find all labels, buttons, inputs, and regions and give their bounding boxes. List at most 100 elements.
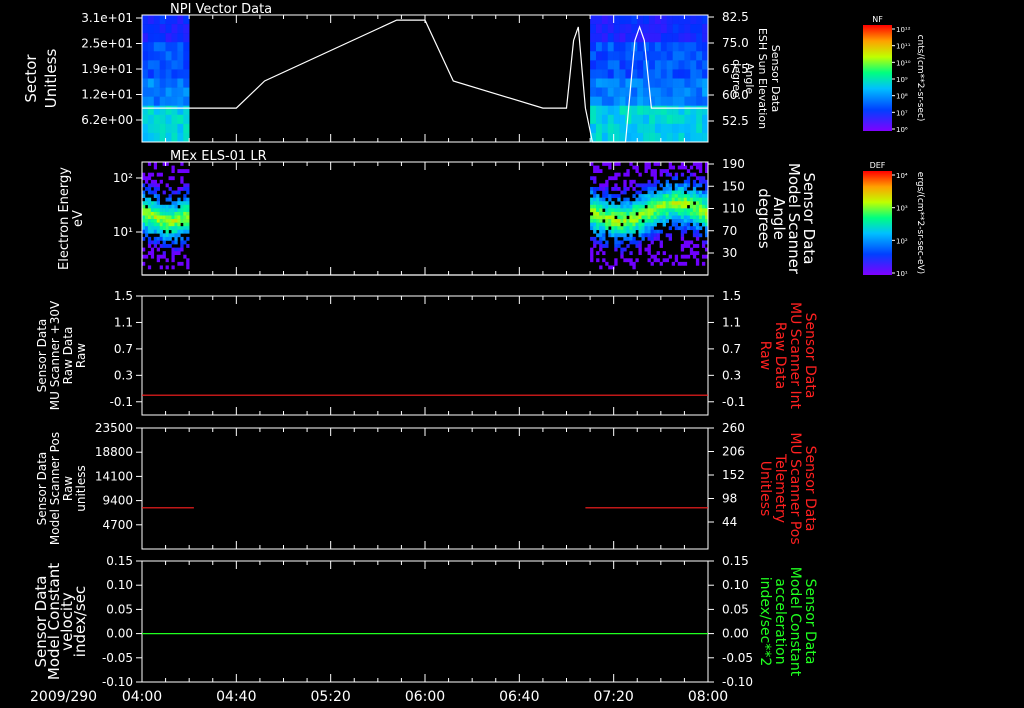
heatmap-cell xyxy=(611,211,615,216)
heatmap-cell xyxy=(147,251,152,256)
heatmap-cell xyxy=(613,114,620,125)
heatmap-cell xyxy=(608,176,612,181)
heatmap-cell xyxy=(159,222,163,227)
heatmap-cell xyxy=(635,208,639,213)
heatmap-cell xyxy=(653,219,657,223)
heatmap-cell xyxy=(677,194,682,198)
heatmap-cell xyxy=(683,197,688,202)
heatmap-cell xyxy=(665,219,669,223)
heatmap-cell xyxy=(692,204,697,209)
heatmap-cell xyxy=(653,233,657,238)
heatmap-cell xyxy=(593,236,597,241)
y-tick-label-right: 260 xyxy=(722,421,745,435)
heatmap-cell xyxy=(150,229,155,234)
heatmap-cell xyxy=(605,183,609,188)
heatmap-cell xyxy=(656,208,660,213)
heatmap-cell xyxy=(168,226,172,231)
heatmap-cell xyxy=(144,233,149,238)
heatmap-cell xyxy=(590,254,594,259)
heatmap-cell xyxy=(626,204,630,209)
heatmap-cell xyxy=(684,114,691,125)
heatmap-cell xyxy=(677,201,682,206)
heatmap-cell xyxy=(650,194,654,198)
heatmap-cell xyxy=(623,208,627,213)
heatmap-cell xyxy=(641,226,645,231)
heatmap-cell xyxy=(614,172,618,177)
heatmap-cell xyxy=(168,222,172,227)
heatmap-cell xyxy=(701,215,706,220)
heatmap-cell xyxy=(614,176,618,181)
heatmap-cell xyxy=(653,179,657,184)
heatmap-cell xyxy=(144,186,149,191)
heatmap-cell xyxy=(183,24,190,34)
heatmap-cell xyxy=(665,233,669,238)
heatmap-cell xyxy=(631,15,638,25)
heatmap-cell xyxy=(174,226,178,231)
heatmap-cell xyxy=(623,172,627,177)
heatmap-cell xyxy=(647,165,651,170)
heatmap-cell xyxy=(702,60,709,70)
heatmap-cell xyxy=(599,222,603,227)
heatmap-cell xyxy=(623,197,627,202)
heatmap-cell xyxy=(165,24,172,34)
y-tick-label-right: 190 xyxy=(722,157,745,171)
heatmap-cell xyxy=(171,169,175,173)
heatmap-cell xyxy=(165,265,169,270)
heatmap-cell xyxy=(644,222,648,227)
heatmap-cell xyxy=(666,51,673,61)
heatmap-cell xyxy=(623,258,627,263)
heatmap-cell xyxy=(650,261,654,266)
heatmap-cell xyxy=(177,186,181,191)
y-tick-label-left: 0.7 xyxy=(114,342,133,356)
heatmap-cell xyxy=(696,96,703,107)
heatmap-cell xyxy=(629,222,633,227)
heatmap-cell xyxy=(662,197,666,202)
heatmap-cell xyxy=(165,229,169,234)
heatmap-cell xyxy=(177,215,181,220)
heatmap-cell xyxy=(698,208,703,213)
heatmap-cell xyxy=(183,222,187,227)
heatmap-cell xyxy=(590,105,597,116)
heatmap-cell xyxy=(153,78,160,88)
heatmap-cell xyxy=(590,215,594,220)
heatmap-cell xyxy=(605,222,609,227)
heatmap-cell xyxy=(595,15,603,25)
heatmap-cell xyxy=(692,251,697,256)
heatmap-cell xyxy=(150,183,155,188)
heatmap-cell xyxy=(620,201,624,206)
heatmap-cell xyxy=(686,219,691,223)
heatmap-cell xyxy=(602,236,606,241)
heatmap-cell xyxy=(680,254,685,259)
heatmap-cell xyxy=(595,42,603,52)
heatmap-cell xyxy=(672,123,679,134)
heatmap-cell xyxy=(695,190,700,195)
heatmap-cell xyxy=(650,197,654,202)
heatmap-cell xyxy=(678,132,685,143)
heatmap-cell xyxy=(695,197,700,202)
heatmap-cell xyxy=(144,219,149,223)
heatmap-cell xyxy=(643,123,650,134)
heatmap-cell xyxy=(623,201,627,206)
x-tick-label: 04:40 xyxy=(216,689,256,705)
heatmap-cell xyxy=(153,208,158,213)
heatmap-cell xyxy=(183,204,187,209)
heatmap-cell xyxy=(632,261,636,266)
heatmap-cell xyxy=(696,132,703,143)
heatmap-cell xyxy=(696,42,703,52)
heatmap-cell xyxy=(623,204,627,209)
heatmap-cell xyxy=(698,219,703,223)
heatmap-cell xyxy=(165,69,172,79)
heatmap-cell xyxy=(595,132,603,143)
heatmap-cell xyxy=(656,215,660,220)
panel-title: MEx ELS-01 LR xyxy=(170,149,267,164)
heatmap-cell xyxy=(174,233,178,238)
y-axis-label-right: Sensor Data xyxy=(802,313,818,399)
heatmap-cell xyxy=(680,211,685,216)
heatmap-cell xyxy=(180,169,184,173)
heatmap-cell xyxy=(617,172,621,177)
heatmap-cell xyxy=(150,190,155,195)
heatmap-cell xyxy=(647,208,651,213)
heatmap-cell xyxy=(626,258,630,263)
heatmap-cell xyxy=(647,194,651,198)
heatmap-cell xyxy=(702,105,709,116)
